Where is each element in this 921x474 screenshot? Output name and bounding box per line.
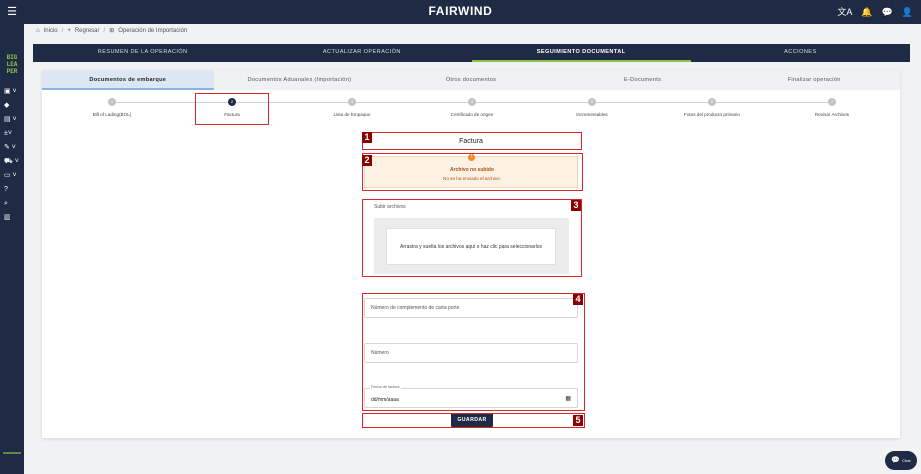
home-icon: ⌂ [36, 27, 40, 34]
step-label: Certificado de origen [450, 112, 494, 117]
annotation-box [362, 293, 585, 411]
back-icon: + [67, 27, 71, 34]
tab-acciones[interactable]: ACCIONES [691, 44, 910, 62]
message-icon[interactable]: 💬 [882, 5, 893, 19]
breadcrumb-register[interactable]: Regresar [75, 28, 100, 34]
step-label: Fotos del producto primario [684, 112, 740, 117]
annotation-number: 4 [573, 294, 583, 305]
sidebar-footer-mark [3, 452, 21, 454]
subtab-otros[interactable]: Otros documentos [385, 70, 557, 90]
tab-resumen[interactable]: RESUMEN DE LA OPERACIÓN [33, 44, 252, 62]
annotation-number: 1 [362, 132, 372, 143]
chat-button[interactable]: 💬 Chat [885, 451, 917, 470]
step-dot: 6 [708, 98, 716, 106]
subtab-finalizar[interactable]: Finalizar operación [728, 70, 900, 90]
step-dot: 1 [108, 98, 116, 106]
brand-title: FAIRWIND [428, 4, 493, 18]
annotation-number: 5 [573, 415, 583, 426]
subtab-aduanales[interactable]: Documentos Aduanales (Importación) [214, 70, 386, 90]
help-icon[interactable]: ? [4, 184, 22, 195]
step-label: Bill of Lading(BOL) [92, 112, 132, 117]
step-bol[interactable]: 1 Bill of Lading(BOL) [72, 98, 152, 117]
tag-icon[interactable]: ◆ [4, 100, 22, 111]
chat-label: Chat [902, 458, 911, 463]
edit-icon[interactable]: ✎ ˅ [4, 142, 22, 153]
step-certificado[interactable]: 4 Certificado de origen [432, 98, 512, 117]
step-dot: 4 [468, 98, 476, 106]
book-icon[interactable]: ▥ [4, 212, 22, 223]
breadcrumb-separator: / [103, 27, 106, 34]
step-label: Lista de Empaque [333, 112, 371, 117]
step-dot: 7 [828, 98, 836, 106]
annotation-box [362, 199, 582, 277]
operation-icon: ⊞ [109, 28, 115, 34]
annotation-box [362, 413, 585, 428]
step-fotos[interactable]: 6 Fotos del producto primario [672, 98, 752, 117]
box-icon[interactable]: ▤ ˅ [4, 114, 22, 125]
search-icon[interactable]: ⌕ [4, 198, 22, 209]
step-revisar[interactable]: 7 Revisar Archivos [792, 98, 872, 117]
sub-tabs: Documentos de embarque Documentos Aduana… [42, 70, 900, 90]
subtab-edocuments[interactable]: E-Documents [557, 70, 729, 90]
top-icons: 文A 🔔 💬 👤 [837, 5, 913, 19]
step-dot: 5 [588, 98, 596, 106]
ship-icon[interactable]: ▣ ˅ [4, 86, 22, 97]
step-label: Revisar Archivos [814, 112, 850, 117]
breadcrumb: ⌂ Inicio / + Regresar / ⊞ Operación de I… [36, 27, 188, 35]
bell-icon[interactable]: 🔔 [861, 5, 872, 19]
step-incrementables[interactable]: 5 Incrementables [552, 98, 632, 117]
sidebar: BIG LEA PER ▣ ˅ ◆ ▤ ˅ ±˅ ✎ ˅ ⛟ ˅ ▭ ˅ ? ⌕… [0, 24, 24, 474]
step-label: Incrementables [576, 112, 608, 117]
annotation-box [362, 153, 583, 191]
annotation-box [362, 132, 582, 150]
breadcrumb-home[interactable]: Inicio [44, 28, 58, 34]
annotation-box [195, 93, 269, 125]
tab-seguimiento[interactable]: SEGUIMIENTO DOCUMENTAL [471, 44, 691, 62]
chat-icon: 💬 [891, 457, 901, 465]
annotation-number: 2 [362, 155, 372, 166]
account-icon[interactable]: 👤 [902, 5, 913, 19]
step-lista-empaque[interactable]: 3 Lista de Empaque [312, 98, 392, 117]
main-tabs: RESUMEN DE LA OPERACIÓN ACTUALIZAR OPERA… [33, 44, 910, 62]
breadcrumb-current: Operación de Importación [118, 27, 188, 34]
step-dot: 3 [348, 98, 356, 106]
translate-icon[interactable]: 文A [837, 5, 852, 19]
truck-icon[interactable]: ⛟ ˅ [4, 156, 22, 167]
top-bar: ☰ FAIRWIND 文A 🔔 💬 👤 [0, 0, 921, 24]
tab-actualizar[interactable]: ACTUALIZAR OPERACIÓN [252, 44, 471, 62]
annotation-number: 3 [571, 200, 581, 211]
folder-icon[interactable]: ▭ ˅ [4, 170, 22, 181]
stepper: 1 Bill of Lading(BOL) 2 Factura 3 Lista … [42, 98, 900, 122]
calculator-icon[interactable]: ±˅ [4, 128, 22, 139]
subtab-embarque[interactable]: Documentos de embarque [42, 70, 214, 90]
logo: BIG LEA PER [6, 54, 18, 75]
breadcrumb-separator: / [61, 27, 64, 34]
